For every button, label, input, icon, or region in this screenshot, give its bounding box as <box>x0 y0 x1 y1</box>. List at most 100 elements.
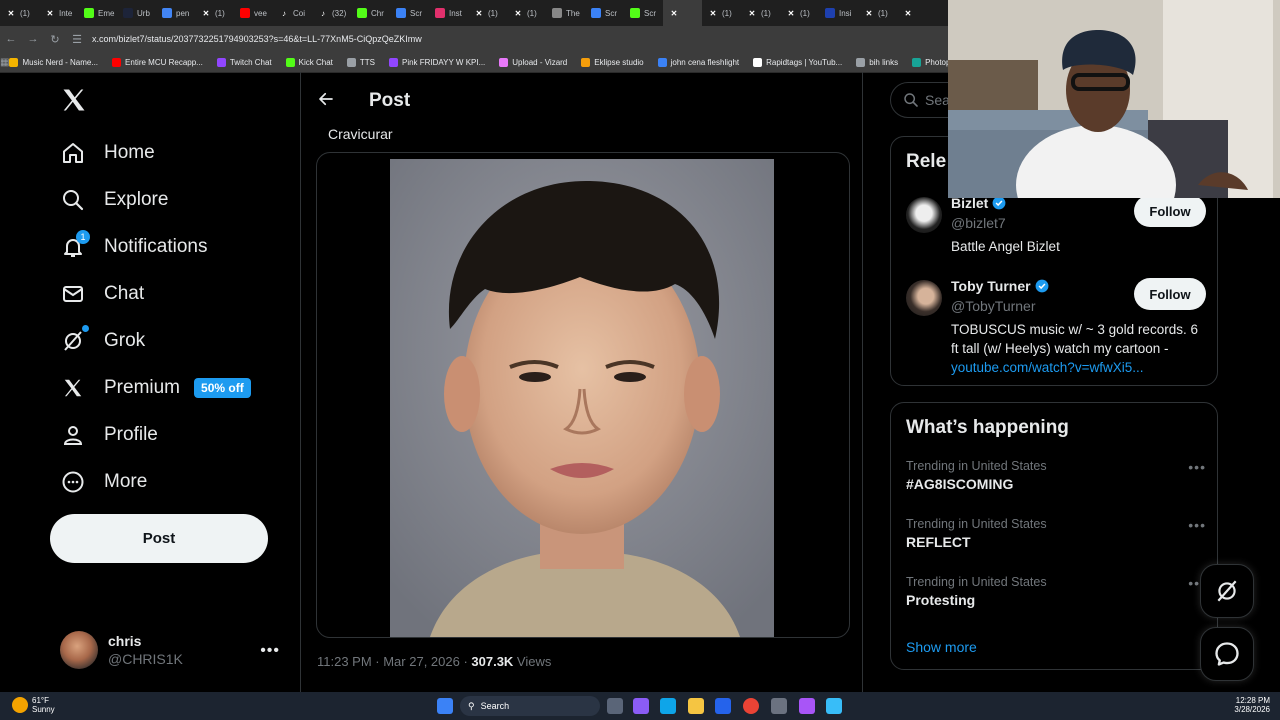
bookmark-item[interactable]: TTS <box>346 57 375 67</box>
windows-start-icon[interactable] <box>437 698 453 714</box>
nav-explore[interactable]: Explore <box>60 180 168 220</box>
nav-chat[interactable]: Chat <box>60 274 144 314</box>
browser-tab[interactable]: Scr <box>390 0 429 26</box>
x-icon: ✕ <box>514 8 522 18</box>
trend-item[interactable]: Trending in United States REFLECT ••• <box>906 517 1206 550</box>
browser-tab[interactable]: Insi <box>819 0 858 26</box>
chrome-icon[interactable] <box>743 698 759 714</box>
browser-tab[interactable]: Inst <box>429 0 468 26</box>
browser-tab[interactable]: ♪ Coi <box>273 0 312 26</box>
messages-fab-button[interactable] <box>1200 627 1254 681</box>
nav-more[interactable]: More <box>60 462 147 502</box>
person-icon <box>60 422 86 448</box>
bookmark-item[interactable]: bih links <box>856 57 898 67</box>
browser-tab[interactable]: ✕ (1) <box>780 0 819 26</box>
nav-grok[interactable]: Grok <box>60 321 145 361</box>
browser-tab[interactable]: ✕ (1) <box>468 0 507 26</box>
person-bio-link[interactable]: youtube.com/watch?v=wfwXi5... <box>951 360 1143 375</box>
browser-tab[interactable]: ✕ (1) <box>702 0 741 26</box>
grok-fab-button[interactable] <box>1200 564 1254 618</box>
browser-tab[interactable]: Urb <box>117 0 156 26</box>
store-icon[interactable] <box>715 698 731 714</box>
copilot-icon[interactable] <box>633 698 649 714</box>
browser-tab[interactable]: ✕ (1) <box>195 0 234 26</box>
bookmark-item[interactable]: john cena fleshlight <box>657 57 739 67</box>
browser-tab[interactable]: Eme <box>78 0 117 26</box>
x-logo-icon[interactable] <box>60 86 88 114</box>
browser-tab[interactable]: ✕ <box>663 0 702 26</box>
site-info-icon[interactable]: ☰ <box>66 33 88 46</box>
nav-profile[interactable]: Profile <box>60 415 158 455</box>
bookmark-item[interactable]: Upload - Vizard <box>499 57 568 67</box>
settings-gear-icon[interactable] <box>771 698 787 714</box>
address-bar[interactable]: x.com/bizlet7/status/2037732251794903253… <box>92 34 422 44</box>
bookmark-item[interactable]: Rapidtags | YouTub... <box>753 57 842 67</box>
bookmark-item[interactable]: Pink FRIDAYY W KPI... <box>388 57 485 67</box>
browser-tab[interactable]: ✕ <box>897 0 936 26</box>
bookmark-favicon-icon <box>753 57 763 67</box>
x-icon: ✕ <box>709 8 717 18</box>
person-card-tobyturner[interactable]: Toby Turner @TobyTurner TOBUSCUS music w… <box>906 278 1206 378</box>
browser-tab[interactable]: ✕ Inte <box>39 0 78 26</box>
browser-tab[interactable]: ✕ (1) <box>741 0 780 26</box>
more-dots-icon[interactable]: ••• <box>1188 517 1206 533</box>
show-more-link[interactable]: Show more <box>906 639 977 655</box>
nav-notifications[interactable]: 1 Notifications <box>60 227 208 267</box>
person-name[interactable]: Toby Turner <box>951 278 1031 294</box>
avatar[interactable] <box>906 197 942 233</box>
follow-button[interactable]: Follow <box>1134 278 1206 310</box>
post-timestamp[interactable]: 11:23 PM · Mar 27, 2026 · <box>317 654 471 669</box>
bookmark-item[interactable]: Eklipse studio <box>581 57 644 67</box>
browser-tab[interactable]: pen <box>156 0 195 26</box>
edge-icon[interactable] <box>660 698 676 714</box>
nav-premium-label: Premium <box>104 377 181 398</box>
x-icon: ✕ <box>865 8 873 18</box>
page-title: Post <box>369 90 411 111</box>
trend-item[interactable]: Trending in United States #AG8ISCOMING •… <box>906 459 1206 492</box>
trend-item[interactable]: Trending in United States Protesting ••• <box>906 575 1206 608</box>
browser-tab[interactable]: vee <box>234 0 273 26</box>
compose-post-button[interactable]: Post <box>50 514 268 563</box>
bookmark-label: TTS <box>359 57 375 67</box>
apps-icon[interactable]: ▦ <box>0 57 9 68</box>
file-explorer-icon[interactable] <box>688 698 704 714</box>
reload-icon[interactable]: ↻ <box>44 33 66 46</box>
bookmark-item[interactable]: Entire MCU Recapp... <box>112 57 203 67</box>
follow-button[interactable]: Follow <box>1134 195 1206 227</box>
browser-tab[interactable]: The <box>546 0 585 26</box>
taskbar-search[interactable]: ⚲ Search <box>460 696 600 716</box>
browser-tab[interactable]: ✕ (1) <box>858 0 897 26</box>
system-clock[interactable]: 12:28 PM 3/28/2026 <box>1234 696 1270 714</box>
bookmark-label: Entire MCU Recapp... <box>125 57 203 67</box>
sun-icon <box>12 697 28 713</box>
more-dots-icon[interactable]: ••• <box>1188 459 1206 475</box>
weather-desc: Sunny <box>32 705 55 714</box>
browser-tab[interactable]: Chr <box>351 0 390 26</box>
avatar[interactable] <box>906 280 942 316</box>
post-media[interactable] <box>316 152 850 638</box>
account-switcher[interactable]: chris @CHRIS1K ••• <box>60 628 290 672</box>
x-icon: ✕ <box>787 8 795 18</box>
bookmark-label: Upload - Vizard <box>512 57 568 67</box>
bookmark-item[interactable]: Music Nerd - Name... <box>9 57 98 67</box>
bookmark-favicon-icon <box>657 57 667 67</box>
back-arrow-icon[interactable] <box>317 90 335 108</box>
more-dots-icon[interactable]: ••• <box>260 642 280 660</box>
browser-tab[interactable]: ✕ (1) <box>0 0 39 26</box>
forward-nav-icon[interactable]: → <box>22 33 44 45</box>
nav-premium[interactable]: Premium 50% off <box>60 368 251 408</box>
browser-tab[interactable]: ✕ (1) <box>507 0 546 26</box>
back-nav-icon[interactable]: ← <box>0 33 22 45</box>
weather-widget[interactable]: 61°F Sunny <box>12 696 55 714</box>
bookmark-item[interactable]: Kick Chat <box>285 57 333 67</box>
browser-tab[interactable]: Scr <box>585 0 624 26</box>
bookmark-item[interactable]: Twitch Chat <box>216 57 272 67</box>
person-card-bizlet[interactable]: Bizlet @bizlet7 Battle Angel Bizlet Foll… <box>906 195 1206 265</box>
browser-tab[interactable]: ♪ (32) <box>312 0 351 26</box>
task-view-icon[interactable] <box>607 698 623 714</box>
notepad-icon[interactable] <box>826 698 842 714</box>
browser-tab[interactable]: Scr <box>624 0 663 26</box>
obs-icon[interactable] <box>799 698 815 714</box>
nav-home[interactable]: Home <box>60 133 155 173</box>
post-photo[interactable] <box>390 159 774 637</box>
